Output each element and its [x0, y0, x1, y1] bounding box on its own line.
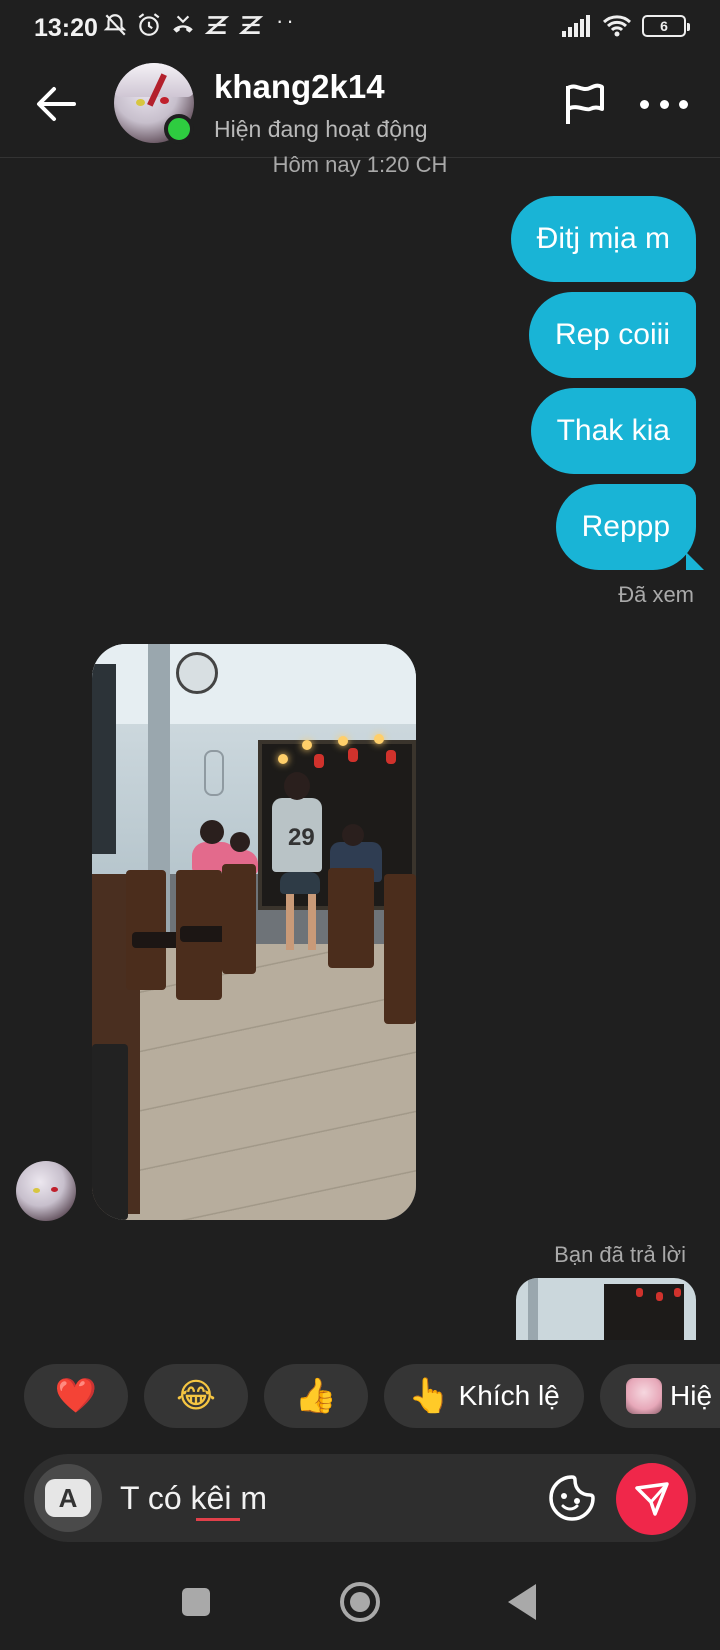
reaction-heart-button[interactable]: ❤️ — [24, 1364, 128, 1428]
status-bar: 13:20 ·· 6 — [0, 0, 720, 54]
message-input[interactable] — [120, 1472, 500, 1524]
avatar-sticker-icon — [626, 1378, 662, 1414]
more-options-button[interactable] — [636, 78, 692, 130]
quick-reactions-bar: ❤️ 😂 👍 👆 Khích lệ Hiệ — [24, 1364, 720, 1428]
back-button[interactable] — [30, 78, 82, 130]
laughing-face-icon: 😂 — [176, 1376, 216, 1416]
conversation-header: khang2k14 Hiện đang hoạt động — [0, 54, 720, 158]
replied-label: Bạn đã trả lời — [554, 1242, 686, 1267]
pointing-up-icon: 👆 — [408, 1376, 451, 1416]
notification-icons — [102, 12, 264, 38]
heart-icon: ❤️ — [54, 1376, 98, 1416]
signal-icon — [562, 15, 590, 37]
sender-avatar[interactable] — [16, 1161, 76, 1221]
recents-button[interactable] — [182, 1588, 210, 1616]
outgoing-message[interactable]: Thak kia — [530, 388, 696, 474]
missed-call-icon — [173, 15, 193, 33]
send-button[interactable] — [616, 1463, 688, 1535]
keyboard-switch-button[interactable]: A — [34, 1464, 102, 1532]
reaction-laugh-button[interactable]: 😂 — [144, 1364, 248, 1428]
incoming-photo-message[interactable]: 29 — [92, 644, 416, 1220]
flag-icon — [566, 83, 604, 124]
system-icons: 6 — [562, 14, 690, 38]
spellcheck-underline — [196, 1518, 240, 1521]
sticker-button[interactable] — [546, 1472, 598, 1524]
send-icon — [635, 1482, 669, 1516]
thumbs-up-icon: 👍 — [294, 1376, 338, 1416]
chat-screen: 13:20 ·· 6 khang2k14 Hiện đang hoạt động — [0, 0, 720, 1650]
system-navigation-bar — [0, 1566, 720, 1650]
sticker-icon — [549, 1475, 595, 1521]
system-back-button[interactable] — [508, 1584, 536, 1620]
shirt-number: 29 — [288, 824, 315, 851]
more-icon — [640, 99, 649, 109]
outgoing-message[interactable]: Đitj mịa m — [510, 196, 696, 282]
back-arrow-icon — [37, 87, 76, 121]
online-indicator — [164, 114, 194, 144]
reaction-label: Hiệ — [670, 1380, 713, 1411]
home-button[interactable] — [340, 1582, 380, 1622]
clock: 13:20 — [34, 14, 98, 42]
reply-photo-thumbnail[interactable] — [516, 1278, 696, 1340]
battery-level: 6 — [660, 18, 668, 34]
contact-status: Hiện đang hoạt động — [214, 116, 428, 142]
outgoing-message[interactable]: Reppp — [555, 484, 696, 570]
battery-icon: 6 — [642, 15, 690, 37]
seen-receipt: Đã xem — [618, 582, 694, 607]
wifi-icon — [602, 15, 632, 37]
reaction-avatar-sticker-button[interactable]: Hiệ — [600, 1364, 720, 1428]
more-notifications-indicator: ·· — [276, 8, 297, 33]
keyboard-icon: A — [45, 1479, 91, 1517]
report-button[interactable] — [558, 78, 610, 130]
message-composer: A — [24, 1454, 696, 1542]
alarm-icon — [138, 13, 160, 36]
chat-timestamp: Hôm nay 1:20 CH — [272, 152, 448, 177]
app-icon — [204, 16, 230, 34]
outgoing-message[interactable]: Rep coiii — [528, 292, 696, 378]
app-icon — [238, 16, 264, 34]
reaction-thumbs-up-button[interactable]: 👍 — [264, 1364, 368, 1428]
home-icon — [350, 1592, 370, 1612]
reaction-label: Khích lệ — [458, 1380, 560, 1411]
contact-username[interactable]: khang2k14 — [214, 68, 385, 106]
bell-off-icon — [103, 14, 127, 36]
reaction-encourage-button[interactable]: 👆 Khích lệ — [384, 1364, 584, 1428]
